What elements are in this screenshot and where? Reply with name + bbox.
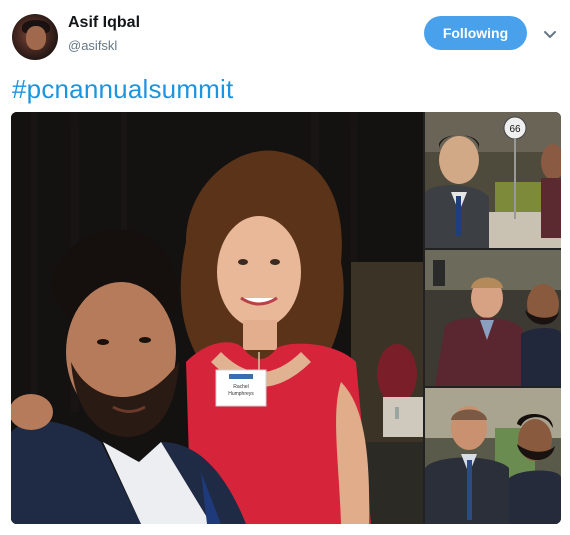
following-button[interactable]: Following [424, 16, 527, 50]
avatar-face [26, 26, 46, 50]
photo-thumbnail-2[interactable] [425, 250, 561, 386]
hashtag-link[interactable]: #pcnannualsummit [12, 74, 233, 105]
avatar[interactable] [12, 14, 58, 60]
user-handle[interactable]: @asifskl [68, 38, 117, 53]
badge-line-2: Humphreys [228, 391, 254, 397]
badge-line-1: Rachel [233, 384, 249, 390]
tweet-card: Asif Iqbal @asifskl Following #pcnannual… [0, 0, 570, 535]
photo-main[interactable]: Rachel Humphreys [11, 112, 423, 524]
user-name[interactable]: Asif Iqbal [68, 14, 140, 32]
photo-thumbnail-3[interactable] [425, 388, 561, 524]
table-sign-number: 66 [509, 124, 521, 135]
photo-thumbnail-1[interactable]: 66 [425, 112, 561, 248]
photo-grid: Rachel Humphreys 66 [11, 112, 561, 524]
chevron-down-icon[interactable] [540, 24, 560, 44]
